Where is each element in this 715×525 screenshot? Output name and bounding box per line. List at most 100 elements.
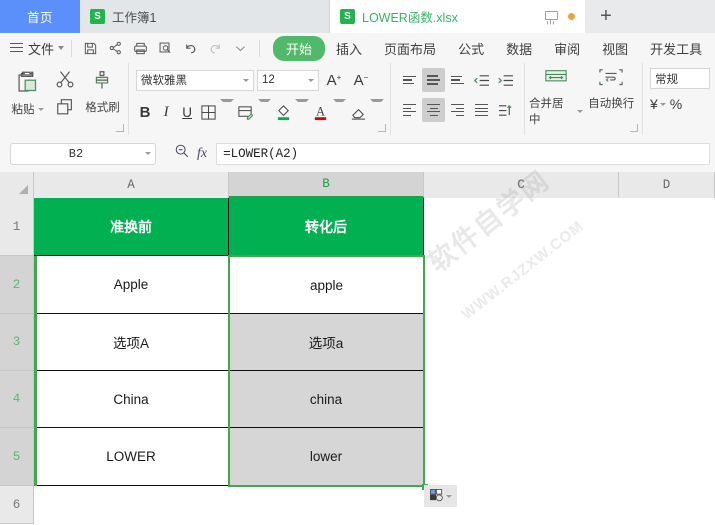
row-header-2[interactable]: 2 — [0, 256, 34, 314]
row-header-5[interactable]: 5 — [0, 428, 34, 486]
chevron-down-icon[interactable] — [257, 99, 272, 126]
cell-d5[interactable] — [619, 428, 715, 486]
row-header-6[interactable]: 6 — [0, 486, 34, 524]
borders-button[interactable] — [199, 101, 217, 125]
ribbon-tab-formulas[interactable]: 公式 — [447, 36, 495, 61]
column-header-d[interactable]: D — [619, 172, 715, 198]
document-tab-workbook1[interactable]: S 工作簿1 — [80, 0, 330, 33]
formula-input[interactable]: =LOWER(A2) — [216, 142, 710, 165]
column-header-c[interactable]: C — [424, 172, 619, 198]
chevron-down-icon[interactable] — [445, 494, 452, 498]
cell-c5[interactable] — [424, 428, 619, 486]
cell-style-button[interactable] — [237, 101, 255, 125]
select-all-corner[interactable] — [0, 172, 34, 198]
column-header-a[interactable]: A — [34, 172, 229, 198]
row-header-4[interactable]: 4 — [0, 371, 34, 428]
align-top-button[interactable] — [398, 68, 421, 92]
alignment-dialog-launcher[interactable] — [630, 124, 638, 132]
copy-button[interactable] — [55, 97, 75, 122]
align-bottom-button[interactable] — [446, 68, 469, 92]
font-name-combo[interactable]: 微软雅黑 — [136, 69, 254, 91]
cell-a6[interactable] — [34, 486, 229, 524]
quick-analysis-button[interactable] — [424, 485, 457, 507]
ribbon-tab-developer[interactable]: 开发工具 — [639, 36, 713, 61]
document-tab-lower-function[interactable]: S LOWER函数.xlsx — [330, 0, 585, 33]
percent-format-button[interactable]: % — [670, 96, 682, 112]
cell-a5[interactable]: LOWER — [34, 428, 229, 486]
underline-button[interactable]: U — [178, 101, 196, 125]
align-right-button[interactable] — [446, 98, 469, 122]
chevron-down-icon[interactable] — [332, 99, 347, 126]
cell-b6[interactable] — [229, 486, 424, 524]
cell-c1[interactable] — [424, 198, 619, 256]
bold-button[interactable]: B — [136, 101, 154, 125]
justify-button[interactable] — [470, 98, 493, 122]
cell-d1[interactable] — [619, 198, 715, 256]
cell-c4[interactable] — [424, 371, 619, 428]
currency-format-button[interactable]: ¥ — [650, 96, 666, 112]
undo-icon[interactable] — [179, 37, 202, 59]
increase-font-size-button[interactable]: A + — [322, 68, 346, 92]
hamburger-menu-icon[interactable] — [10, 43, 23, 53]
cell-b3[interactable]: 选项a — [229, 314, 424, 371]
ribbon-tab-review[interactable]: 审阅 — [543, 36, 591, 61]
align-middle-button[interactable] — [422, 68, 445, 92]
row-header-1[interactable]: 1 — [0, 198, 34, 256]
font-color-button[interactable]: A — [312, 101, 330, 125]
row-header-3[interactable]: 3 — [0, 314, 34, 371]
file-menu-button[interactable]: 文件 — [28, 39, 65, 58]
fill-color-button[interactable] — [274, 101, 292, 125]
cell-c2[interactable] — [424, 256, 619, 314]
active-cell-b2[interactable]: apple — [230, 257, 423, 313]
ribbon-tab-data[interactable]: 数据 — [495, 36, 543, 61]
cell-b5[interactable]: lower — [229, 428, 424, 486]
align-left-button[interactable] — [398, 98, 421, 122]
increase-indent-button[interactable] — [494, 68, 517, 92]
new-tab-button[interactable]: + — [585, 0, 627, 33]
cell-a3[interactable]: 选项A — [34, 314, 229, 371]
cell-a4[interactable]: China — [34, 371, 229, 428]
save-icon[interactable] — [79, 37, 102, 59]
font-dialog-launcher[interactable] — [378, 124, 386, 132]
ribbon-tab-home[interactable]: 开始 — [273, 35, 326, 61]
cell-d6[interactable] — [619, 486, 715, 524]
cell-d2[interactable] — [619, 256, 715, 314]
text-orientation-button[interactable] — [494, 98, 517, 122]
customize-quick-access-icon[interactable] — [229, 37, 252, 59]
search-icon[interactable] — [174, 143, 190, 164]
cut-button[interactable] — [54, 68, 76, 95]
ribbon-tab-insert[interactable]: 插入 — [325, 36, 373, 61]
paste-button[interactable]: 粘贴 — [6, 68, 49, 135]
clipboard-dialog-launcher[interactable] — [116, 124, 124, 132]
clear-format-button[interactable] — [349, 101, 367, 125]
chevron-down-icon[interactable] — [220, 99, 234, 126]
print-icon[interactable] — [129, 37, 152, 59]
redo-icon[interactable] — [204, 37, 227, 59]
monitor-icon[interactable] — [545, 10, 558, 23]
cell-b4[interactable]: china — [229, 371, 424, 428]
chevron-down-icon[interactable] — [370, 99, 384, 126]
cell-d4[interactable] — [619, 371, 715, 428]
cell-b1[interactable]: 转化后 — [229, 198, 424, 256]
ribbon-tab-page-layout[interactable]: 页面布局 — [373, 36, 447, 61]
insert-function-icon[interactable]: fx — [197, 146, 207, 162]
cell-c3[interactable] — [424, 314, 619, 371]
decrease-font-size-button[interactable]: A − — [349, 68, 373, 92]
italic-button[interactable]: I — [157, 101, 175, 125]
cell-a2[interactable]: Apple — [34, 256, 229, 314]
print-preview-icon[interactable] — [154, 37, 177, 59]
chevron-down-icon[interactable] — [295, 99, 309, 126]
align-center-button[interactable] — [422, 98, 445, 122]
cell-d3[interactable] — [619, 314, 715, 371]
cell-a1[interactable]: 准换前 — [34, 198, 229, 256]
share-icon[interactable] — [104, 37, 127, 59]
home-tab[interactable]: 首页 — [0, 0, 80, 33]
decrease-indent-button[interactable] — [470, 68, 493, 92]
name-box[interactable]: B2 — [10, 142, 156, 165]
font-size-combo[interactable]: 12 — [257, 69, 319, 91]
merge-center-button[interactable]: 合并居中 — [529, 67, 583, 135]
number-format-combo[interactable]: 常规 — [650, 68, 710, 89]
ribbon-tab-view[interactable]: 视图 — [591, 36, 639, 61]
name-box-dropdown[interactable] — [141, 152, 155, 155]
column-header-b[interactable]: B — [229, 172, 424, 198]
